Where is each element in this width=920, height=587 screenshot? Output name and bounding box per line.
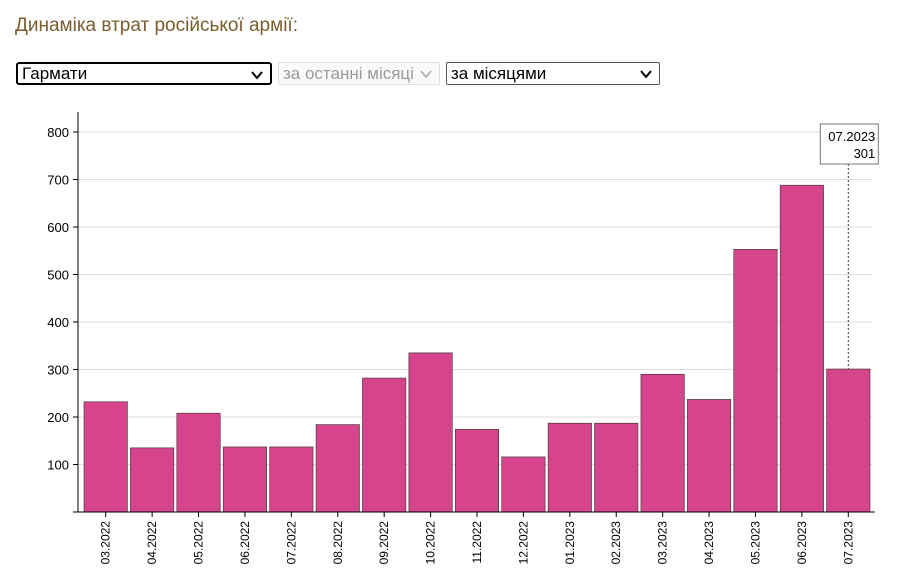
y-tick-label: 400 — [47, 315, 69, 330]
x-tick-label: 09.2022 — [377, 521, 391, 565]
tooltip-label: 07.2023 — [828, 129, 875, 144]
x-tick-label: 06.2022 — [238, 521, 252, 565]
x-tick-label: 11.2022 — [470, 521, 484, 564]
x-tick-label: 10.2022 — [424, 521, 438, 565]
x-tick-label: 04.2023 — [702, 521, 716, 565]
x-tick-label: 03.2022 — [99, 521, 113, 565]
bar[interactable] — [547, 422, 592, 513]
bar[interactable] — [315, 424, 360, 513]
bar[interactable] — [640, 373, 685, 513]
y-tick-label: 200 — [47, 410, 69, 425]
bar[interactable] — [362, 377, 407, 513]
y-tick-label: 500 — [47, 268, 69, 283]
bar-chart: 03.2022 04.2022 05.2022 06.2022 07.2022 08.20… — [47, 112, 879, 565]
tooltip-value: 301 — [854, 146, 876, 161]
y-tick-label: 700 — [47, 173, 69, 188]
bar[interactable] — [130, 447, 175, 513]
x-tick-label: 07.2022 — [284, 521, 298, 565]
y-tick-label: 300 — [47, 363, 69, 378]
x-tick-label: 08.2022 — [331, 521, 345, 565]
bar[interactable] — [779, 184, 824, 513]
x-tick-label: 06.2023 — [795, 521, 809, 565]
bar[interactable] — [594, 422, 639, 513]
bar[interactable] — [269, 446, 314, 513]
y-tick-label: 100 — [47, 458, 69, 473]
bar[interactable] — [176, 412, 221, 513]
x-tick-label: 02.2023 — [609, 521, 623, 565]
bar[interactable] — [408, 352, 453, 513]
x-tick-label: 04.2022 — [145, 521, 159, 565]
bar[interactable] — [454, 429, 500, 513]
bar[interactable] — [501, 456, 546, 513]
y-tick-label: 800 — [47, 125, 69, 140]
x-tick-label: 07.2023 — [841, 521, 855, 565]
bar[interactable] — [733, 249, 778, 513]
bar[interactable] — [222, 446, 267, 513]
x-tick-label: 12.2022 — [516, 521, 530, 565]
x-tick-label: 05.2023 — [748, 521, 762, 565]
bar[interactable] — [826, 368, 871, 513]
bar[interactable] — [687, 399, 732, 513]
bar[interactable] — [83, 401, 128, 513]
y-tick-label: 600 — [47, 220, 69, 235]
x-tick-label: 01.2023 — [563, 521, 577, 565]
x-tick-label: 03.2023 — [656, 521, 670, 565]
x-tick-label: 05.2022 — [192, 521, 206, 565]
